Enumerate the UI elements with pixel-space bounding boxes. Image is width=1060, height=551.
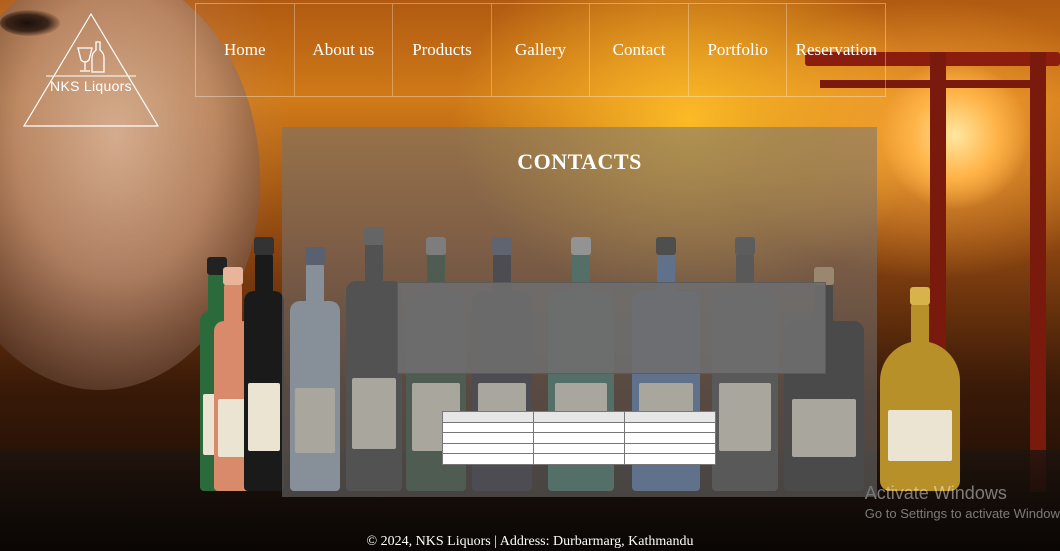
main-navigation: Home About us Products Gallery Contact P… [195,3,886,97]
table-cell [442,432,534,444]
nav-item-home[interactable]: Home [196,4,295,96]
bottle-image [244,237,284,491]
contact-table [442,411,716,465]
table-row [442,453,716,465]
nav-item-products[interactable]: Products [393,4,492,96]
table-cell [624,432,716,444]
site-logo[interactable]: NKS Liquors [22,12,160,130]
table-row [442,442,716,455]
table-row [442,421,716,434]
torii-post-right [1030,52,1046,492]
logo-text: NKS Liquors [50,78,132,94]
table-cell [533,442,625,455]
nav-item-contact[interactable]: Contact [590,4,689,96]
logo-triangle-icon [22,12,160,127]
table-cell [624,453,716,465]
contact-panel: CONTACTS [282,127,877,497]
table-cell [533,453,625,465]
table-cell [533,411,625,423]
footer-text: © 2024, NKS Liquors | Address: Durbarmar… [366,534,694,549]
windows-activation-watermark: Activate Windows Go to Settings to activ… [865,483,1060,521]
nav-item-gallery[interactable]: Gallery [492,4,591,96]
nav-item-reservation[interactable]: Reservation [787,4,885,96]
contact-form-area[interactable] [397,282,826,374]
bottle-icon [91,41,105,73]
watermark-title: Activate Windows [864,483,1007,503]
site-footer: © 2024, NKS Liquors | Address: Durbarmar… [0,533,1060,551]
watermark-subtitle: Go to Settings to activate Windows. [864,506,1060,521]
contact-heading: CONTACTS [517,149,642,174]
table-cell [624,442,716,455]
contact-table-body [442,411,716,465]
table-cell [533,432,625,444]
table-cell [624,421,716,434]
nav-item-portfolio[interactable]: Portfolio [689,4,788,96]
table-cell [533,421,625,434]
table-row [442,432,716,444]
wine-glass-icon [77,47,93,72]
bottle-image [880,287,960,491]
table-cell [442,411,534,423]
table-row [442,411,716,423]
table-cell [442,453,534,465]
table-cell [442,421,534,434]
table-cell [442,442,534,455]
nav-item-about-us[interactable]: About us [295,4,394,96]
table-cell [624,411,716,423]
